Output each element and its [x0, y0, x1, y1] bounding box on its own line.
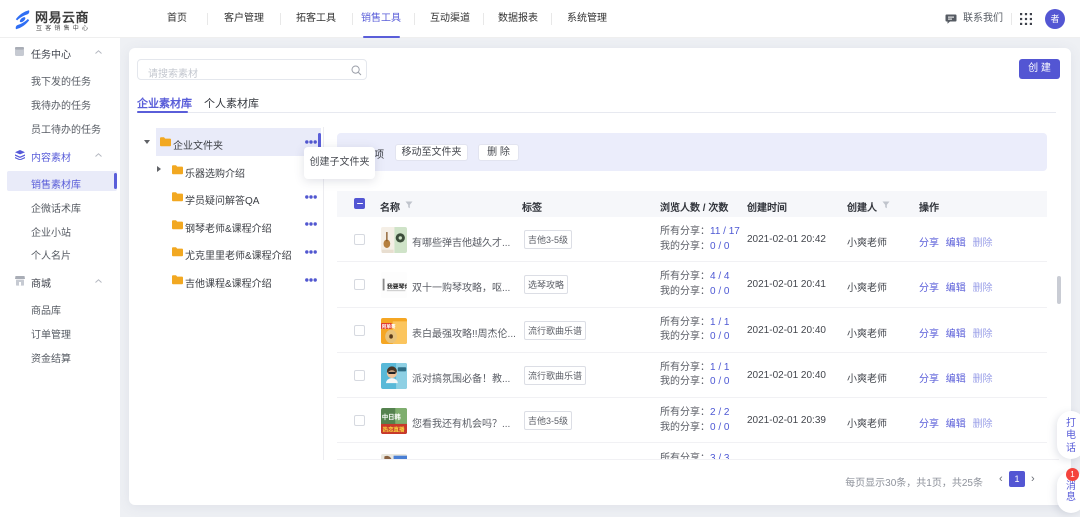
svg-text:我要琴你: 我要琴你: [387, 283, 407, 291]
svg-text:热恋直播: 热恋直播: [383, 426, 405, 434]
svg-text:阿单哥: 阿单哥: [382, 323, 396, 330]
svg-text:中日韩: 中日韩: [382, 412, 402, 421]
